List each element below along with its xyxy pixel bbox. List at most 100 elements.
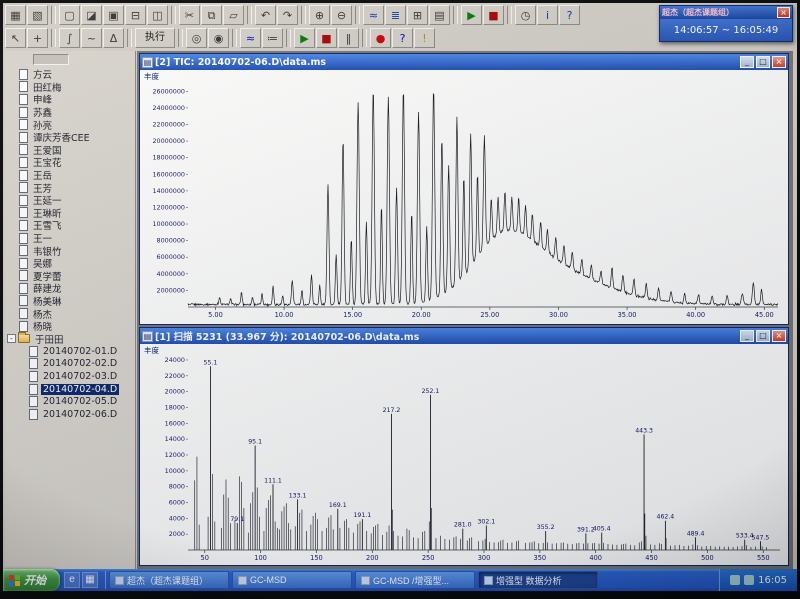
svg-text:45.00: 45.00 [755,311,774,319]
tree-file-item[interactable]: 王雪飞 [7,219,135,232]
close-icon[interactable]: × [772,330,786,342]
table-icon[interactable]: ⊞ [407,5,428,25]
spectrum-window-titlebar[interactable]: ▤ [1] 扫描 5231 (33.967 分): 20140702-06.D\… [140,328,788,344]
tree-file-item[interactable]: 吴娜 [7,257,135,270]
tree-file-item[interactable]: 20140702-05.D [7,395,135,408]
minimize-icon[interactable]: _ [740,330,754,342]
svg-text:15.00: 15.00 [343,311,362,319]
preview-icon[interactable]: ◫ [147,5,168,25]
tree-file-item[interactable]: 方云 [7,68,135,81]
tree-file-item[interactable]: 杨晓 [7,320,135,333]
tree-file-item[interactable]: 申峰 [7,93,135,106]
execute-button[interactable]: 执行 [135,28,175,48]
tree-file-item[interactable]: 田红梅 [7,81,135,94]
cut-icon[interactable]: ✂ [179,5,200,25]
taskbar-task-button[interactable]: GC-MSD [232,571,352,589]
redo-icon[interactable]: ↷ [277,5,298,25]
info-icon[interactable]: i [537,5,558,25]
stop-icon[interactable]: ■ [483,5,504,25]
new-file-icon[interactable]: ▢ [59,5,80,25]
spectrum-plot[interactable]: 丰度 2000 4000 6000 8000 10000 12000 14000 16000 1… [140,344,788,565]
collapse-box-icon[interactable]: - [7,334,16,344]
tree-panel-button[interactable] [33,54,69,65]
open-file-icon[interactable]: ◪ [81,5,102,25]
close-icon[interactable]: × [777,7,790,18]
network-icon[interactable] [744,575,755,585]
alert-icon[interactable]: ● [370,28,391,48]
maximize-icon[interactable]: □ [756,56,770,68]
close-icon[interactable]: × [772,56,786,68]
spectrum-search-icon[interactable]: ◉ [208,28,229,48]
report-icon[interactable]: ▤ [429,5,450,25]
tic-window-titlebar[interactable]: ▤ [2] TIC: 20140702-06.D\data.ms _ □ × [140,54,788,70]
tree-file-item[interactable]: 谭庆芳香CEE [7,131,135,144]
run-icon[interactable]: ▶ [461,5,482,25]
sequence-icon[interactable]: ≔ [262,28,283,48]
tray-clock[interactable]: 16:05 [758,575,787,586]
taskbar-task-button[interactable]: GC-MSD /增强型... [355,571,475,589]
minimize-icon[interactable]: _ [740,56,754,68]
help-icon[interactable]: ? [559,5,580,25]
signal-icon[interactable]: ≈ [240,28,261,48]
quick-launch-area: e ▦ [60,572,102,588]
tree-file-item[interactable]: 王宝花 [7,156,135,169]
svg-text:547.5: 547.5 [752,534,770,541]
task-app-icon [361,575,370,585]
select-arrow-icon[interactable]: ↖ [5,28,26,48]
maximize-icon[interactable]: □ [756,330,770,342]
tree-item-label: 20140702-06.D [43,408,118,420]
show-desktop-icon[interactable]: ▦ [82,572,98,588]
tree-file-item[interactable]: 王琳昕 [7,207,135,220]
tree-file-item[interactable]: 王岳 [7,169,135,182]
timer-popup-titlebar[interactable]: 超杰（超杰课题组） × [660,6,792,19]
tree-file-item[interactable]: 薛建龙 [7,282,135,295]
baseline-icon[interactable]: ~ [81,28,102,48]
clock-icon[interactable]: ◷ [515,5,536,25]
start-button[interactable]: 开始 [3,569,60,591]
tree-file-item[interactable]: 20140702-03.D [7,370,135,383]
copy-icon[interactable]: ⧉ [201,5,222,25]
tree-file-item[interactable]: 20140702-02.D [7,358,135,371]
stop-run-icon[interactable]: ■ [316,28,337,48]
tree-file-item[interactable]: 杨杰 [7,307,135,321]
cascade-windows-icon[interactable]: ▧ [27,5,48,25]
zoom-in-icon[interactable]: ⊕ [309,5,330,25]
pause-icon[interactable]: ‖ [338,28,359,48]
svg-text:16000: 16000 [165,419,185,427]
tree-file-item[interactable]: 杨美琳 [7,295,135,308]
svg-text:302.1: 302.1 [477,518,495,525]
tree-file-item[interactable]: 王芳 [7,181,135,195]
warning-icon[interactable]: ! [414,28,435,48]
volume-icon[interactable] [730,575,741,585]
chromatogram-icon[interactable]: ≈ [363,5,384,25]
integrate-icon[interactable]: ∫ [59,28,80,48]
tree-file-item[interactable]: 20140702-01.D [7,345,135,358]
tree-file-item[interactable]: 20140702-06.D [7,408,135,421]
taskbar-task-button[interactable]: 增强型 数据分析 [478,571,598,589]
toolbar-separator [51,6,56,24]
undo-icon[interactable]: ↶ [255,5,276,25]
tree-file-item[interactable]: 韦银竹 [7,244,135,258]
calibrate-icon[interactable]: Δ [103,28,124,48]
tree-file-item[interactable]: 王爱国 [7,144,135,157]
tree-file-item[interactable]: 王延一 [7,194,135,207]
library-search-icon[interactable]: ◎ [186,28,207,48]
tree-file-item[interactable]: 夏学蕾 [7,270,135,283]
paste-icon[interactable]: ▱ [223,5,244,25]
start-run-icon[interactable]: ▶ [294,28,315,48]
crosshair-icon[interactable]: + [27,28,48,48]
zoom-out-icon[interactable]: ⊖ [331,5,352,25]
tree-file-item[interactable]: 20140702-04.D [7,383,135,396]
tic-plot[interactable]: 丰度 2000000 4000000 6000000 8000000 10000000 1… [140,70,788,323]
save-icon[interactable]: ▣ [103,5,124,25]
tree-file-item[interactable]: 王一 [7,232,135,245]
print-icon[interactable]: ⊟ [125,5,146,25]
taskbar-task-button[interactable]: 超杰（超杰课题组） [109,571,229,589]
tile-windows-icon[interactable]: ▦ [5,5,26,25]
tree-folder-item[interactable]: - 于田田 [7,332,135,346]
question-icon[interactable]: ? [392,28,413,48]
ie-browser-icon[interactable]: e [64,572,80,588]
tree-file-item[interactable]: 孙亮 [7,118,135,132]
tree-file-item[interactable]: 苏鑫 [7,106,135,119]
spectrum-icon[interactable]: ≣ [385,5,406,25]
